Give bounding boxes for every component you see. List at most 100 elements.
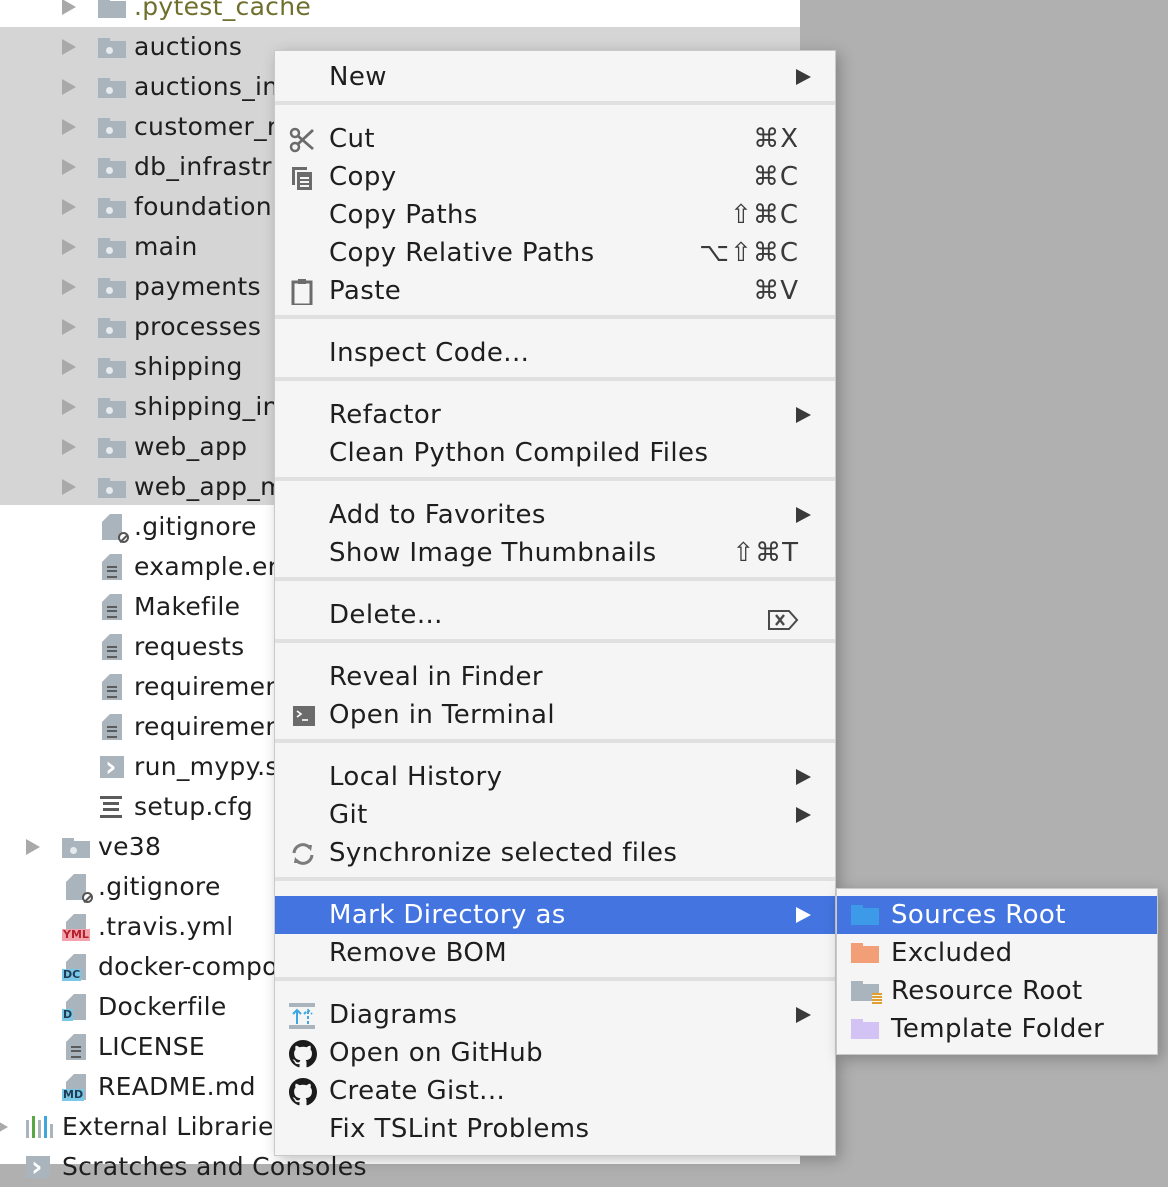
- typed-file-icon: YML: [62, 914, 90, 941]
- submenu-arrow-icon: [796, 807, 811, 823]
- menu-separator: [275, 977, 835, 981]
- menu-item-git[interactable]: Git: [275, 796, 835, 834]
- menu-item-add-to-favorites[interactable]: Add to Favorites: [275, 496, 835, 534]
- menu-item-copy-relative-paths[interactable]: Copy Relative Paths ⌥⇧⌘C: [275, 234, 835, 272]
- expand-arrow-icon[interactable]: [62, 399, 76, 415]
- submenu-arrow-icon: [796, 907, 811, 923]
- menu-item-clean-python-compiled-files[interactable]: Clean Python Compiled Files: [275, 434, 835, 472]
- tree-item-label: .pytest_cache: [134, 0, 312, 21]
- submenu-arrow-icon: [796, 507, 811, 523]
- menu-item-reveal-in-finder[interactable]: Reveal in Finder: [275, 658, 835, 696]
- tree-item-label: ve38: [98, 832, 162, 861]
- tree-item-label: payments: [134, 272, 261, 301]
- github-icon: [289, 1040, 317, 1068]
- menu-item-cut[interactable]: Cut ⌘X: [275, 120, 835, 158]
- menu-item-copy-paths[interactable]: Copy Paths ⇧⌘C: [275, 196, 835, 234]
- folder-icon: [98, 158, 126, 178]
- menu-item-label: Diagrams: [329, 1000, 458, 1030]
- menu-item-diagrams[interactable]: Diagrams: [275, 996, 835, 1034]
- expand-arrow-icon[interactable]: [62, 159, 76, 175]
- menu-item-fix-tslint-problems[interactable]: Fix TSLint Problems: [275, 1110, 835, 1148]
- tree-item-label: shipping_in: [134, 392, 279, 421]
- expand-arrow-icon[interactable]: [62, 479, 76, 495]
- shortcut-label: ⌘C: [752, 162, 799, 192]
- submenu-item-template-folder[interactable]: Template Folder: [837, 1010, 1157, 1048]
- tree-item-label: External Libraries: [62, 1112, 288, 1141]
- expand-arrow-icon[interactable]: [62, 119, 76, 135]
- shortcut-label: ⌘X: [753, 124, 799, 154]
- menu-item-paste[interactable]: Paste ⌘V: [275, 272, 835, 310]
- text-file-icon: [102, 674, 122, 700]
- tree-item-label: setup.cfg: [134, 792, 253, 821]
- terminal-icon: [289, 702, 317, 728]
- folder-icon: [98, 318, 126, 338]
- folder-icon: [98, 78, 126, 98]
- menu-item-label: Paste: [329, 276, 402, 306]
- tree-item-label: .travis.yml: [98, 912, 234, 941]
- menu-item-local-history[interactable]: Local History: [275, 758, 835, 796]
- submenu-item-label: Sources Root: [891, 900, 1066, 930]
- menu-separator: [275, 739, 835, 743]
- ignore-file-icon: [66, 874, 93, 903]
- shortcut-label: ⇧⌘T: [732, 538, 799, 568]
- tree-item-label: example.en: [134, 552, 284, 581]
- submenu-item-excluded[interactable]: Excluded: [837, 934, 1157, 972]
- submenu-item-resource-root[interactable]: Resource Root: [837, 972, 1157, 1010]
- expand-arrow-icon[interactable]: [62, 239, 76, 255]
- menu-item-label: Show Image Thumbnails: [329, 538, 657, 568]
- tree-item-label: auctions: [134, 32, 243, 61]
- submenu-arrow-icon: [796, 407, 811, 423]
- menu-item-mark-directory-as[interactable]: Mark Directory as: [275, 896, 835, 934]
- submenu-arrow-icon: [796, 69, 811, 85]
- folder-icon: [98, 398, 126, 418]
- expand-arrow-icon[interactable]: [0, 1119, 8, 1135]
- scissors-icon: [289, 126, 317, 153]
- expand-arrow-icon[interactable]: [62, 359, 76, 375]
- menu-item-label: New: [329, 62, 387, 92]
- expand-arrow-icon[interactable]: [62, 79, 76, 95]
- menu-item-label: Copy Paths: [329, 200, 478, 230]
- menu-item-label: Mark Directory as: [329, 900, 566, 930]
- expand-arrow-icon[interactable]: [62, 39, 76, 55]
- menu-item-new[interactable]: New: [275, 58, 835, 96]
- expand-arrow-icon[interactable]: [62, 439, 76, 455]
- menu-item-label: Git: [329, 800, 368, 830]
- tree-item-label: Makefile: [134, 592, 241, 621]
- menu-separator: [275, 101, 835, 105]
- expand-arrow-icon[interactable]: [62, 199, 76, 215]
- expand-arrow-icon[interactable]: [26, 839, 40, 855]
- expand-arrow-icon[interactable]: [62, 319, 76, 335]
- menu-item-open-in-terminal[interactable]: Open in Terminal: [275, 696, 835, 734]
- tree-item-label: db_infrastr: [134, 152, 272, 181]
- menu-item-label: Inspect Code...: [329, 338, 530, 368]
- sync-icon: [289, 840, 317, 866]
- menu-item-copy[interactable]: Copy ⌘C: [275, 158, 835, 196]
- menu-item-show-image-thumbnails[interactable]: Show Image Thumbnails ⇧⌘T: [275, 534, 835, 572]
- menu-item-label: Synchronize selected files: [329, 838, 678, 868]
- menu-item-delete[interactable]: Delete...: [275, 596, 835, 634]
- tree-item-label: requiremen: [134, 712, 282, 741]
- external-libraries-icon: [26, 1116, 54, 1138]
- clipboard-icon: [289, 278, 317, 307]
- menu-item-label: Remove BOM: [329, 938, 508, 968]
- menu-item-refactor[interactable]: Refactor: [275, 396, 835, 434]
- tree-item-label: processes: [134, 312, 262, 341]
- shell-script-icon: [100, 747, 124, 787]
- menu-item-inspect-code[interactable]: Inspect Code...: [275, 334, 835, 372]
- submenu-item-sources-root[interactable]: Sources Root: [837, 896, 1157, 934]
- menu-separator: [275, 315, 835, 319]
- typed-file-icon: D: [62, 994, 86, 1021]
- menu-item-remove-bom[interactable]: Remove BOM: [275, 934, 835, 972]
- submenu-item-label: Template Folder: [891, 1014, 1105, 1044]
- menu-separator: [275, 577, 835, 581]
- menu-item-create-gist[interactable]: Create Gist...: [275, 1072, 835, 1110]
- expand-arrow-icon[interactable]: [62, 279, 76, 295]
- menu-item-open-on-github[interactable]: Open on GitHub: [275, 1034, 835, 1072]
- menu-item-label: Copy Relative Paths: [329, 238, 595, 268]
- folder-icon: [98, 38, 126, 58]
- expand-arrow-icon[interactable]: [62, 0, 76, 15]
- delete-key-icon: [767, 604, 799, 642]
- sources-root-folder-icon: [851, 905, 879, 925]
- menu-item-synchronize-selected-files[interactable]: Synchronize selected files: [275, 834, 835, 872]
- tree-item[interactable]: .pytest_cache: [0, 0, 800, 27]
